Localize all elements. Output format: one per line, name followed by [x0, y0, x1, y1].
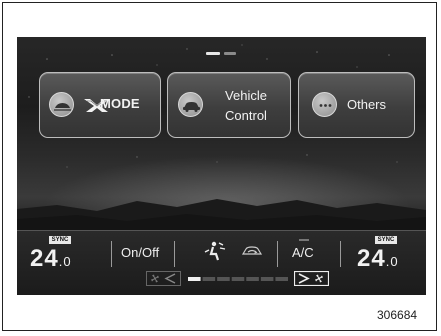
airflow-mode-icon[interactable] [204, 240, 230, 262]
climate-bar: SYNC 24.0 On/Off A/C SYNC 24.0 [17, 230, 426, 295]
divider [340, 241, 341, 267]
more-icon [312, 92, 337, 117]
fan-speed-level [188, 277, 288, 281]
others-button[interactable]: Others [298, 72, 415, 138]
ac-button[interactable]: A/C [292, 245, 314, 260]
fan-level-segment [217, 277, 230, 281]
vehicle-control-label-line2: Control [225, 108, 267, 123]
temperature-right[interactable]: 24.0 [357, 245, 399, 273]
fan-level-segment [202, 277, 216, 281]
infotainment-screen: MODE Vehicle Control Others SYNC 24.0 On… [17, 37, 426, 295]
others-label: Others [347, 97, 387, 112]
divider [111, 241, 112, 267]
climate-on-off-button[interactable]: On/Off [121, 245, 159, 260]
vehicle-control-label: Vehicle Control [214, 86, 278, 126]
vehicle-control-label-line1: Vehicle [225, 88, 267, 103]
temperature-left-decimal: .0 [58, 254, 72, 269]
x-mode-label: MODE [100, 96, 140, 111]
ac-indicator [299, 239, 309, 241]
vehicle-icon [178, 92, 203, 117]
fan-icon [315, 274, 323, 283]
fan-level-segment [231, 277, 245, 281]
page-indicator-active [206, 52, 220, 55]
temperature-left[interactable]: 24.0 [30, 245, 72, 273]
page-indicator-inactive [224, 52, 236, 55]
fan-level-segment [260, 277, 274, 281]
sync-badge-right: SYNC [375, 236, 397, 244]
temperature-right-decimal: .0 [385, 254, 399, 269]
fan-level-segment-filled [188, 277, 201, 281]
temperature-left-value: 24 [30, 245, 59, 272]
x-mode-icon [49, 92, 74, 117]
fan-level-segment [246, 277, 259, 281]
temperature-right-value: 24 [357, 245, 386, 272]
figure-number: 306684 [377, 308, 418, 322]
recirculation-icon[interactable] [240, 243, 264, 259]
x-mode-button[interactable]: MODE [39, 72, 161, 138]
divider [174, 241, 175, 267]
fan-speed-down-button[interactable] [146, 271, 181, 286]
vehicle-control-button[interactable]: Vehicle Control [167, 72, 291, 138]
fan-level-segment [275, 277, 288, 281]
divider [277, 241, 278, 267]
fan-icon [151, 274, 159, 283]
sync-badge-left: SYNC [49, 236, 71, 244]
fan-speed-up-button[interactable] [294, 271, 329, 286]
